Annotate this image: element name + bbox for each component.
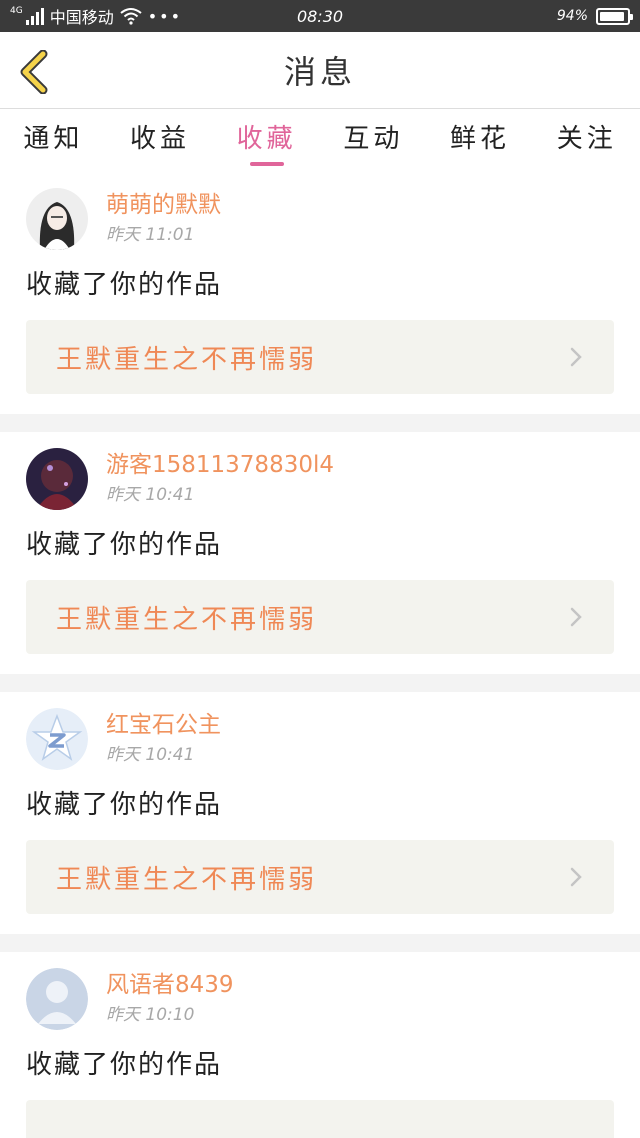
status-bar: 4G 中国移动 ••• 08:30 94% bbox=[0, 0, 640, 32]
status-left: 4G 中国移动 ••• bbox=[10, 4, 182, 28]
girl-portrait-avatar-icon bbox=[26, 188, 88, 250]
avatar[interactable] bbox=[26, 188, 88, 250]
active-tab-indicator bbox=[249, 162, 284, 166]
action-text: 收藏了你的作品 bbox=[26, 1050, 223, 1080]
tab-label: 收益 bbox=[130, 124, 191, 154]
timestamp: 昨天 10:41 bbox=[106, 485, 195, 505]
timestamp: 昨天 11:01 bbox=[106, 225, 195, 245]
carrier-name: 中国移动 bbox=[49, 8, 114, 27]
tab-bar: 通知 收益 收藏 互动 鲜花 关注 bbox=[0, 110, 640, 172]
battery-icon bbox=[596, 7, 633, 25]
user-meta: 游客15811378830l4 昨天 10:41 bbox=[106, 448, 334, 510]
page-title: 消息 bbox=[283, 53, 356, 91]
chevron-right-icon bbox=[570, 607, 582, 627]
chevron-right-icon bbox=[570, 867, 582, 887]
card-header: 萌萌的默默 昨天 11:01 bbox=[26, 172, 614, 250]
username[interactable]: 红宝石公主 bbox=[106, 710, 221, 740]
timestamp: 昨天 10:10 bbox=[106, 1005, 195, 1025]
work-title: 王默重生之不再懦弱 bbox=[56, 864, 318, 895]
avatar[interactable] bbox=[26, 968, 88, 1030]
card-divider bbox=[0, 674, 640, 692]
card-divider bbox=[0, 934, 640, 952]
tab-interactions[interactable]: 互动 bbox=[320, 110, 427, 172]
card-header: 风语者8439 昨天 10:10 bbox=[26, 952, 614, 1030]
work-link[interactable]: 王默重生之不再懦弱 bbox=[26, 320, 614, 394]
work-link[interactable] bbox=[26, 1100, 614, 1138]
tab-earnings[interactable]: 收益 bbox=[107, 110, 214, 172]
header: 消息 bbox=[0, 32, 640, 109]
chevron-right-icon bbox=[570, 347, 582, 367]
username[interactable]: 游客15811378830l4 bbox=[106, 450, 334, 480]
signal-icon: 4G bbox=[10, 7, 44, 25]
username[interactable]: 风语者8439 bbox=[106, 970, 234, 1000]
battery-percent: 94% bbox=[556, 8, 588, 24]
tab-favorites[interactable]: 收藏 bbox=[213, 110, 320, 172]
tab-label: 鲜花 bbox=[450, 124, 511, 154]
user-meta: 风语者8439 昨天 10:10 bbox=[106, 968, 234, 1030]
tab-flowers[interactable]: 鲜花 bbox=[427, 110, 534, 172]
wifi-icon bbox=[120, 8, 142, 25]
action-text: 收藏了你的作品 bbox=[26, 530, 223, 560]
more-dots-icon: ••• bbox=[147, 6, 183, 26]
user-meta: 红宝石公主 昨天 10:41 bbox=[106, 708, 221, 770]
network-type: 4G bbox=[10, 6, 23, 16]
avatar[interactable] bbox=[26, 708, 88, 770]
list-item: 风语者8439 昨天 10:10 收藏了你的作品 bbox=[0, 952, 640, 1138]
default-person-avatar-icon bbox=[26, 968, 88, 1030]
dark-anime-avatar-icon bbox=[26, 448, 88, 510]
action-text: 收藏了你的作品 bbox=[26, 790, 223, 820]
tab-label: 收藏 bbox=[236, 124, 297, 154]
tab-label: 通知 bbox=[23, 124, 84, 154]
card-header: 红宝石公主 昨天 10:41 bbox=[26, 692, 614, 770]
star-logo-avatar-icon bbox=[26, 708, 88, 770]
battery-level bbox=[600, 11, 625, 21]
tab-following[interactable]: 关注 bbox=[533, 110, 640, 172]
back-arrow-icon bbox=[20, 50, 48, 94]
card-header: 游客15811378830l4 昨天 10:41 bbox=[26, 432, 614, 510]
work-link[interactable]: 王默重生之不再懦弱 bbox=[26, 840, 614, 914]
work-link[interactable]: 王默重生之不再懦弱 bbox=[26, 580, 614, 654]
list-item: 游客15811378830l4 昨天 10:41 收藏了你的作品 王默重生之不再… bbox=[0, 432, 640, 674]
timestamp: 昨天 10:41 bbox=[106, 745, 195, 765]
action-text: 收藏了你的作品 bbox=[26, 270, 223, 300]
tab-notifications[interactable]: 通知 bbox=[0, 110, 107, 172]
tab-label: 关注 bbox=[556, 124, 617, 154]
message-feed: 萌萌的默默 昨天 11:01 收藏了你的作品 王默重生之不再懦弱 游客15811… bbox=[0, 172, 640, 1138]
user-meta: 萌萌的默默 昨天 11:01 bbox=[106, 188, 221, 250]
status-right: 94% bbox=[556, 7, 633, 25]
username[interactable]: 萌萌的默默 bbox=[106, 190, 221, 220]
card-divider bbox=[0, 414, 640, 432]
work-title: 王默重生之不再懦弱 bbox=[56, 604, 318, 635]
list-item: 萌萌的默默 昨天 11:01 收藏了你的作品 王默重生之不再懦弱 bbox=[0, 172, 640, 414]
avatar[interactable] bbox=[26, 448, 88, 510]
list-item: 红宝石公主 昨天 10:41 收藏了你的作品 王默重生之不再懦弱 bbox=[0, 692, 640, 934]
work-title: 王默重生之不再懦弱 bbox=[56, 344, 318, 375]
tab-label: 互动 bbox=[343, 124, 404, 154]
back-button[interactable] bbox=[14, 50, 54, 94]
